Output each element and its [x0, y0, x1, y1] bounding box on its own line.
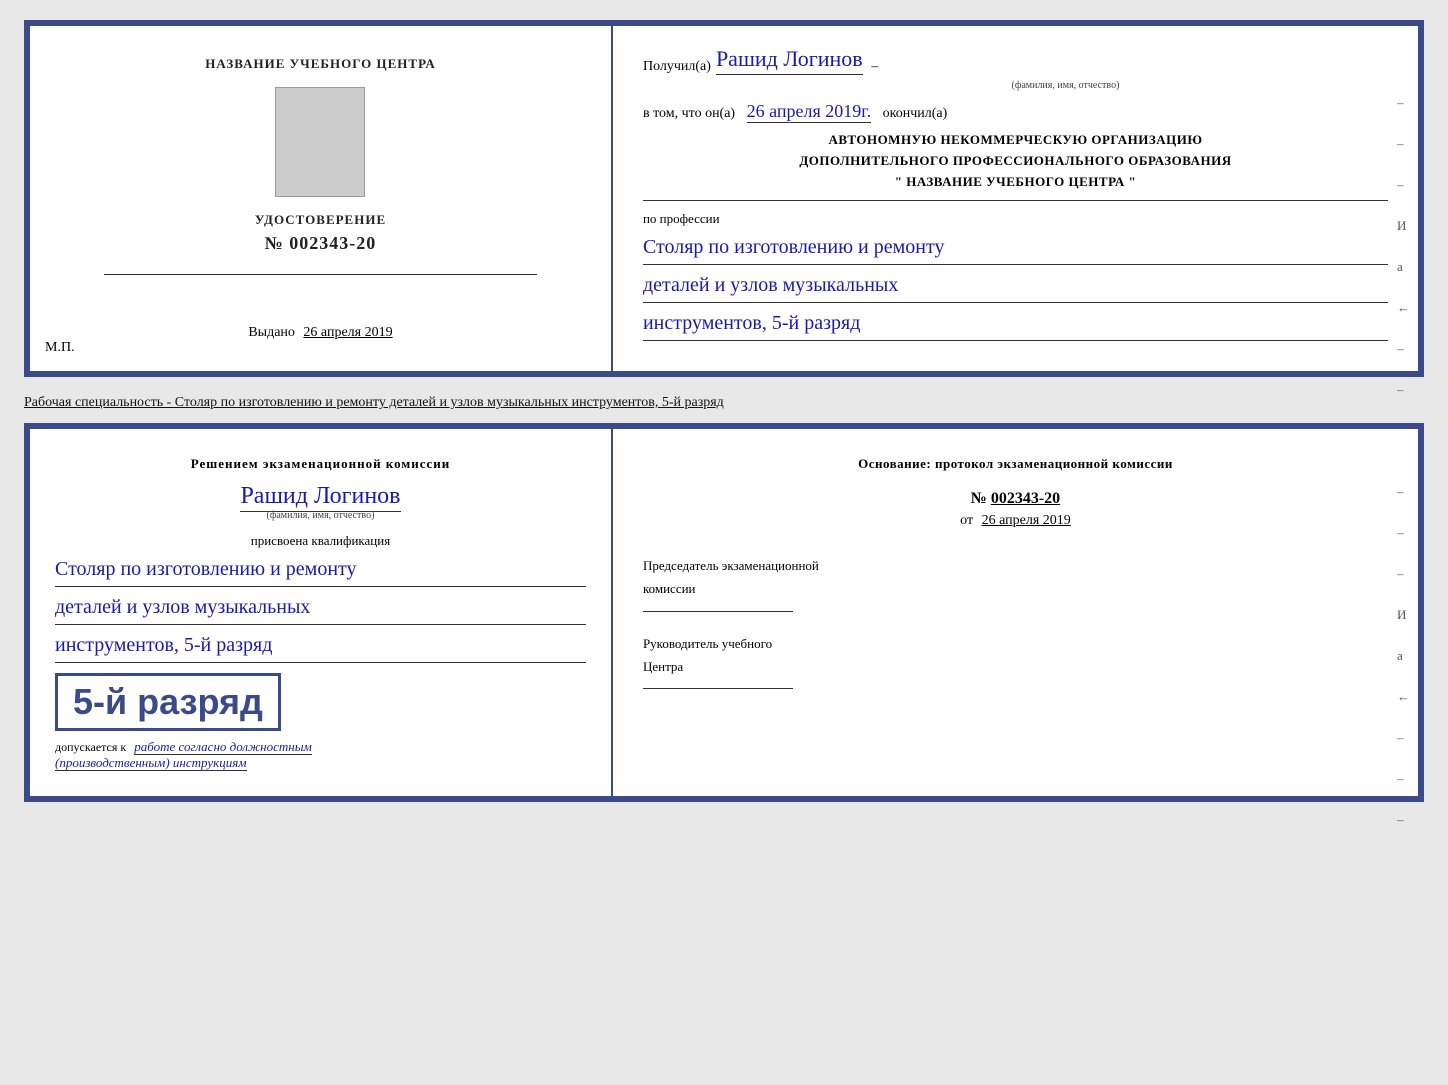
issued-date: Выдано 26 апреля 2019: [248, 325, 392, 341]
top-cert-left: НАЗВАНИЕ УЧЕБНОГО ЦЕНТРА УДОСТОВЕРЕНИЕ №…: [30, 26, 613, 371]
date-handwritten: 26 апреля 2019г.: [747, 101, 872, 123]
profession-line1: Столяр по изготовлению и ремонту: [643, 232, 1388, 265]
recipient-line: Получил(а) Рашид Логинов –: [643, 46, 1388, 75]
side-dashes-bottom: – – – И а ← – – –: [1397, 484, 1410, 828]
cert-number: № 002343-20: [265, 233, 377, 254]
head-label2: Центра: [643, 655, 1388, 678]
chairman-label: Председатель экзаменационной: [643, 554, 1388, 577]
head-label: Руководитель учебного: [643, 632, 1388, 655]
bottom-cert-left: Решением экзаменационной комиссии Рашид …: [30, 429, 613, 796]
admitted-instructions: (производственным) инструкциям: [55, 755, 247, 771]
head-block: Руководитель учебного Центра: [643, 632, 1388, 690]
chairman-label2: комиссии: [643, 577, 1388, 600]
top-org-name: НАЗВАНИЕ УЧЕБНОГО ЦЕНТРА: [205, 56, 436, 72]
profession-line3: инструментов, 5-й разряд: [643, 308, 1388, 341]
fio-subtitle-top: (фамилия, имя, отчество): [743, 80, 1388, 91]
qual-line3: инструментов, 5-й разряд: [55, 630, 586, 663]
bottom-person-name: Рашид Логинов: [240, 483, 400, 512]
document-wrapper: НАЗВАНИЕ УЧЕБНОГО ЦЕНТРА УДОСТОВЕРЕНИЕ №…: [24, 20, 1424, 802]
received-label: Получил(а): [643, 59, 711, 75]
top-cert-right: Получил(а) Рашид Логинов – (фамилия, имя…: [613, 26, 1418, 371]
bottom-cert-right: Основание: протокол экзаменационной коми…: [613, 429, 1418, 796]
rank-big-text: 5-й разряд: [73, 681, 263, 722]
in-that-line: в том, что он(а) 26 апреля 2019г. окончи…: [643, 101, 1388, 122]
top-certificate: НАЗВАНИЕ УЧЕБНОГО ЦЕНТРА УДОСТОВЕРЕНИЕ №…: [24, 20, 1424, 377]
cert-type-label: УДОСТОВЕРЕНИЕ: [255, 212, 386, 228]
recipient-name: Рашид Логинов: [716, 46, 863, 75]
qual-line2: деталей и узлов музыкальных: [55, 592, 586, 625]
admitted-work: работе согласно должностным: [134, 739, 312, 755]
rank-box: 5-й разряд: [55, 673, 281, 731]
specialty-label: Рабочая специальность - Столяр по изгото…: [24, 395, 1424, 411]
admitted-text: допускается к работе согласно должностны…: [55, 739, 586, 771]
bottom-person: Рашид Логинов (фамилия, имя, отчество): [55, 483, 586, 521]
qualification-label: присвоена квалификация: [55, 533, 586, 549]
protocol-date: от 26 апреля 2019: [643, 513, 1388, 529]
profession-label: по профессии: [643, 211, 1388, 227]
qual-line1: Столяр по изготовлению и ремонту: [55, 554, 586, 587]
bottom-certificate: Решением экзаменационной комиссии Рашид …: [24, 423, 1424, 802]
org-text: АВТОНОМНУЮ НЕКОММЕРЧЕСКУЮ ОРГАНИЗАЦИЮ ДО…: [643, 130, 1388, 192]
basis-label: Основание: протокол экзаменационной коми…: [643, 454, 1388, 475]
protocol-number: № 002343-20: [643, 490, 1388, 508]
profession-line2: деталей и узлов музыкальных: [643, 270, 1388, 303]
photo-placeholder: [275, 87, 365, 197]
side-dashes-top: – – – И а ← – – –: [1397, 95, 1410, 439]
chairman-block: Председатель экзаменационной комиссии: [643, 554, 1388, 612]
decision-text: Решением экзаменационной комиссии: [55, 454, 586, 475]
fio-subtitle-bottom: (фамилия, имя, отчество): [55, 510, 586, 521]
mp-label: М.П.: [45, 340, 75, 356]
